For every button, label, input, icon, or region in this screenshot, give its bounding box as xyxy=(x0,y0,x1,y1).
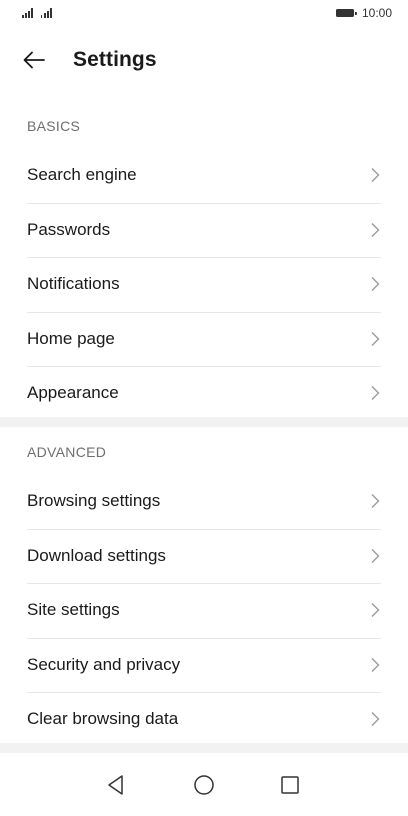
menu-item-label: Download settings xyxy=(27,545,166,565)
menu-item-security-and-privacy[interactable]: Security and privacy xyxy=(0,637,408,693)
menu-item-appearance[interactable]: Appearance xyxy=(0,366,408,421)
nav-back-button[interactable] xyxy=(104,773,128,797)
section-divider xyxy=(0,743,408,753)
menu-item-label: Home page xyxy=(27,328,115,348)
menu-item-download-settings[interactable]: Download settings xyxy=(0,528,408,584)
section-advanced: ADVANCED Browsing settings Download sett… xyxy=(0,430,408,747)
settings-screen: 10:00 Settings BASICS Search engine Pass… xyxy=(0,0,408,816)
chevron-right-icon xyxy=(371,657,380,672)
arrow-left-icon xyxy=(23,51,45,69)
chevron-right-icon xyxy=(371,331,380,346)
status-right: 10:00 xyxy=(335,6,392,20)
chevron-right-icon xyxy=(371,548,380,563)
section-header-advanced: ADVANCED xyxy=(27,444,107,460)
chevron-right-icon xyxy=(371,386,380,401)
menu-item-label: Passwords xyxy=(27,219,111,239)
signal-indicators xyxy=(22,8,52,18)
signal-strength-icon xyxy=(40,8,52,18)
menu-item-label: Notifications xyxy=(27,274,120,294)
menu-item-browsing-settings[interactable]: Browsing settings xyxy=(0,474,408,529)
menu-item-label: Clear browsing data xyxy=(27,709,179,729)
menu-item-passwords[interactable]: Passwords xyxy=(0,202,408,258)
chevron-right-icon xyxy=(371,277,380,292)
chevron-right-icon xyxy=(371,712,380,727)
battery-icon xyxy=(335,9,357,17)
square-recents-icon xyxy=(281,776,299,794)
menu-item-notifications[interactable]: Notifications xyxy=(0,257,408,312)
status-bar: 10:00 xyxy=(0,0,408,28)
back-button[interactable] xyxy=(20,46,48,74)
menu-item-clear-browsing-data[interactable]: Clear browsing data xyxy=(0,692,408,747)
section-divider xyxy=(0,417,408,427)
menu-item-search-engine[interactable]: Search engine xyxy=(0,148,408,203)
section-header-basics: BASICS xyxy=(27,118,81,134)
chevron-right-icon xyxy=(371,222,380,237)
menu-item-label: Appearance xyxy=(27,383,119,403)
signal-strength-icon xyxy=(22,8,33,18)
chevron-right-icon xyxy=(371,494,380,509)
section-basics: BASICS Search engine Passwords Notificat… xyxy=(0,104,408,421)
menu-item-label: Search engine xyxy=(27,165,137,185)
status-time: 10:00 xyxy=(361,6,392,20)
nav-recents-button[interactable] xyxy=(278,773,302,797)
menu-item-label: Browsing settings xyxy=(27,491,161,511)
system-nav-bar xyxy=(0,753,408,816)
page-title: Settings xyxy=(73,48,157,71)
menu-item-site-settings[interactable]: Site settings xyxy=(0,583,408,638)
menu-item-home-page[interactable]: Home page xyxy=(0,311,408,367)
menu-item-label: Security and privacy xyxy=(27,654,181,674)
app-header: Settings xyxy=(0,40,408,80)
circle-home-icon xyxy=(194,775,214,795)
triangle-back-icon xyxy=(108,775,123,795)
menu-item-label: Site settings xyxy=(27,600,120,620)
nav-home-button[interactable] xyxy=(192,773,216,797)
chevron-right-icon xyxy=(371,603,380,618)
chevron-right-icon xyxy=(371,168,380,183)
